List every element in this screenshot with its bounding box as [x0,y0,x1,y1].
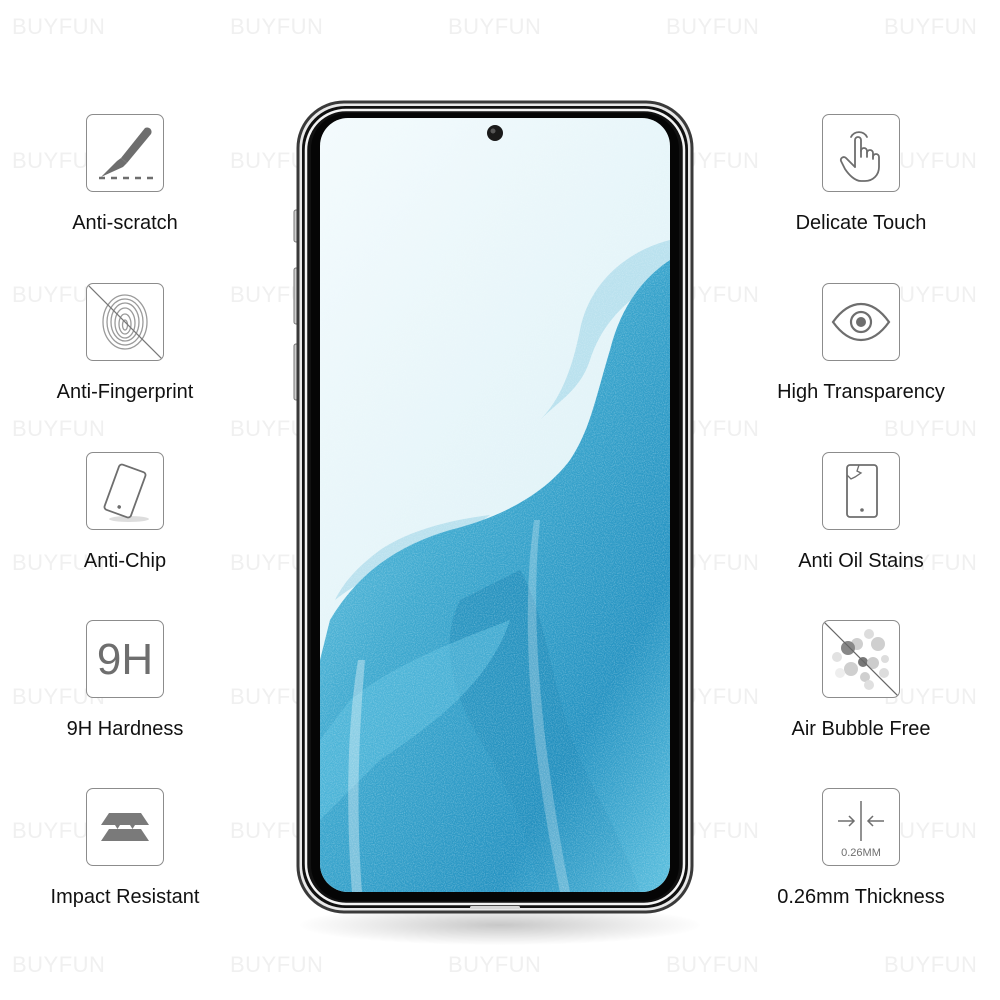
watermark-text: BUYFUN [448,14,542,39]
feature-anti-fingerprint: Anti-Fingerprint [5,283,245,404]
watermark-text: BUYFUN [884,416,978,441]
feature-impact-resistant: Impact Resistant [5,788,245,909]
9h-icon-text: 9H [97,635,153,684]
layers-impact-icon [86,788,164,866]
feature-delicate-touch: Delicate Touch [741,114,981,235]
feature-label: Anti-scratch [72,212,178,234]
phone-illustration [290,100,700,950]
watermark-text: BUYFUN [230,14,324,39]
fingerprint-crossed-icon [86,283,164,361]
feature-label: Anti-Fingerprint [56,381,194,403]
scalpel-icon [86,114,164,192]
thickness-icon-text: 0.26MM [841,847,881,859]
feature-anti-scratch: Anti-scratch [5,114,245,235]
feature-thickness: 0.26MM 0.26mm Thickness [741,788,981,909]
feature-label: Anti-Chip [83,550,167,572]
tilted-phone-icon [86,452,164,530]
9h-icon: 9H [86,620,164,698]
bubbles-crossed-icon [822,620,900,698]
watermark-text: BUYFUN [12,952,106,977]
watermark-text: BUYFUN [666,14,760,39]
watermark-text: BUYFUN [666,952,760,977]
feature-air-bubble-free: Air Bubble Free [741,620,981,741]
cracked-phone-icon [822,452,900,530]
watermark-text: BUYFUN [884,14,978,39]
thickness-icon: 0.26MM [822,788,900,866]
watermark-text: BUYFUN [884,952,978,977]
feature-label: Impact Resistant [50,886,200,908]
watermark-text: BUYFUN [12,14,106,39]
feature-label: Delicate Touch [795,212,927,234]
feature-label: 9H Hardness [66,718,184,740]
watermark-text: BUYFUN [448,952,542,977]
feature-anti-chip: Anti-Chip [5,452,245,573]
feature-anti-oil-stains: Anti Oil Stains [741,452,981,573]
watermark-text: BUYFUN [12,416,106,441]
eye-icon [822,283,900,361]
feature-label: High Transparency [777,381,945,403]
feature-label: 0.26mm Thickness [777,886,945,908]
feature-9h-hardness: 9H 9H Hardness [5,620,245,741]
phone-svg [293,100,694,914]
feature-label: Air Bubble Free [791,718,931,740]
feature-high-transparency: High Transparency [741,283,981,404]
front-camera [487,125,503,141]
feature-label: Anti Oil Stains [798,550,924,572]
watermark-text: BUYFUN [230,952,324,977]
touch-hand-icon [822,114,900,192]
